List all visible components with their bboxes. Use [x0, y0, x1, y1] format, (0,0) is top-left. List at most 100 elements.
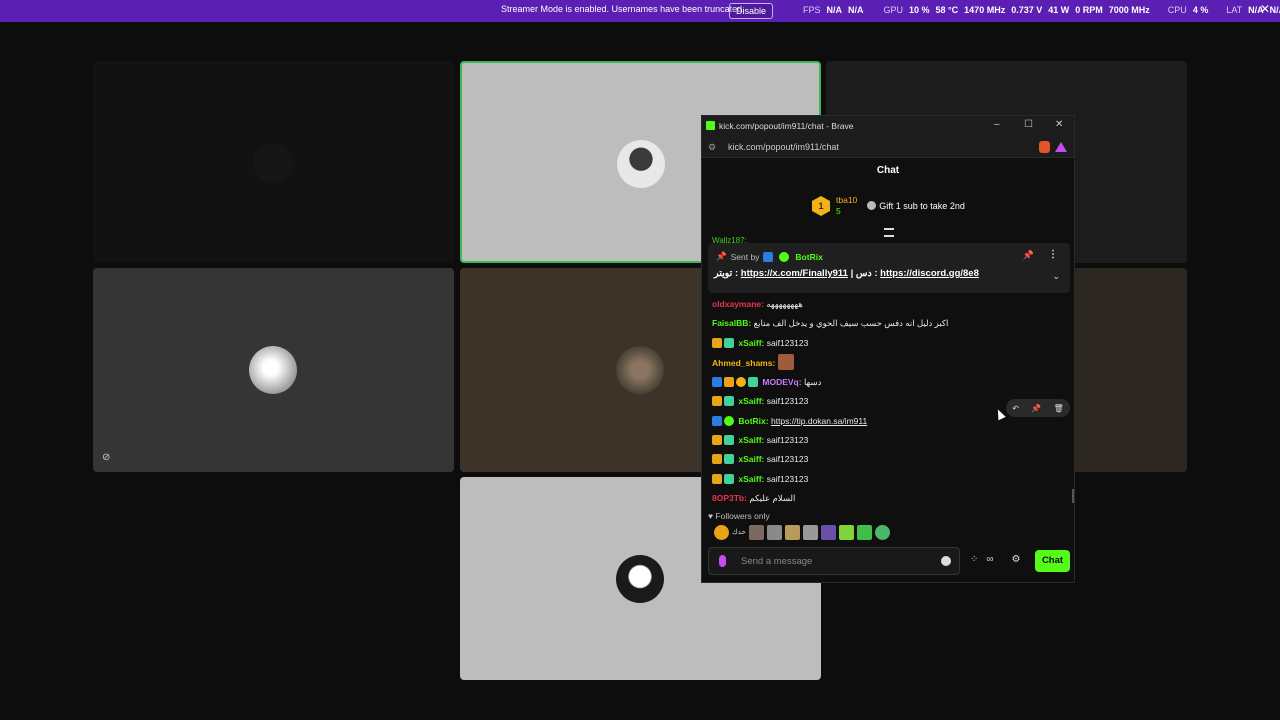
pinned-author[interactable]: BotRix	[795, 252, 822, 262]
video-tile[interactable]	[93, 61, 454, 263]
chat-popout-window: kick.com/popout/im911/chat - Brave – ☐ ✕…	[701, 115, 1075, 583]
chat-username[interactable]: xSaiff:	[738, 435, 764, 445]
crown-badge-icon	[712, 338, 722, 348]
streamer-mode-bar: Streamer Mode is enabled. Usernames have…	[0, 0, 1280, 22]
sent-by-label: Sent by	[730, 251, 760, 262]
subscriber-badge-icon	[748, 377, 758, 387]
pin-icon: 📌	[716, 251, 727, 261]
kick-logo-icon	[706, 121, 715, 130]
subscriber-badge-icon	[724, 435, 734, 445]
gift-badge-icon	[736, 377, 746, 387]
pinned-by: 📌 Sent by BotRix	[716, 251, 823, 262]
tip-link[interactable]: https://tip.dokan.sa/im911	[771, 416, 867, 426]
emote-text[interactable]: حدك	[732, 525, 746, 540]
chat-username[interactable]: xSaiff:	[738, 396, 764, 406]
pin-icon[interactable]: 📌	[1023, 250, 1034, 261]
chat-message[interactable]: xSaiff: saif123123	[712, 432, 808, 448]
url-text[interactable]: kick.com/popout/im911/chat	[728, 142, 839, 152]
reply-icon[interactable]: ↶	[1012, 404, 1019, 413]
maximize-icon[interactable]: ☐	[1024, 119, 1033, 130]
emote-icon[interactable]	[748, 525, 764, 540]
pinned-message[interactable]: 📌 Sent by BotRix تويتر : https://x.com/F…	[708, 243, 1070, 293]
chat-username[interactable]: xSaiff:	[738, 338, 764, 348]
pinned-separator: |	[850, 268, 854, 279]
chat-text: السلام عليكم	[749, 493, 796, 503]
emote-icon[interactable]	[802, 525, 818, 540]
chat-username[interactable]: oldxaymane:	[712, 299, 764, 309]
chat-message[interactable]: xSaiff: saif123123	[712, 451, 808, 467]
discord-link[interactable]: https://discord.gg/8e8	[880, 268, 979, 279]
chat-username[interactable]: Ahmed_shams:	[712, 358, 775, 368]
chat-message[interactable]: 8OP3Tb: السلام عليكم	[712, 490, 795, 506]
chat-message[interactable]: Ahmed_shams:	[712, 354, 794, 370]
gpu-clock: 1470 MHz	[964, 5, 1006, 15]
crown-badge-icon	[712, 454, 722, 464]
points-icon[interactable]: ⁘	[970, 554, 978, 565]
chat-username[interactable]: xSaiff:	[738, 474, 764, 484]
brave-rewards-icon[interactable]	[1055, 142, 1067, 152]
chat-message[interactable]: BotRix: https://tip.dokan.sa/im911	[712, 413, 867, 429]
scrollbar[interactable]	[1072, 489, 1074, 503]
collapse-icon[interactable]	[884, 228, 894, 237]
pinned-mid: دس :	[855, 268, 878, 279]
avatar	[253, 143, 293, 183]
twitter-link[interactable]: https://x.com/Finally911	[741, 268, 848, 279]
chat-username[interactable]: BotRix:	[738, 416, 768, 426]
avatar	[616, 555, 664, 603]
brave-shields-icon[interactable]	[1039, 141, 1050, 153]
send-chat-button[interactable]: Chat	[1035, 550, 1070, 572]
emote-icon[interactable]	[838, 525, 854, 540]
chat-username[interactable]: xSaiff:	[738, 454, 764, 464]
chevron-down-icon[interactable]: ⌄	[1052, 271, 1060, 282]
chat-username[interactable]: FaisalBB:	[712, 318, 751, 328]
subscriber-badge-icon	[724, 454, 734, 464]
chat-message[interactable]: xSaiff: saif123123	[712, 335, 808, 351]
emote-icon[interactable]	[784, 525, 800, 540]
emote-icon[interactable]	[856, 525, 872, 540]
leader-info: tba10 5	[836, 195, 857, 217]
chat-message[interactable]: MODEVq: دسها	[712, 374, 821, 390]
video-tile[interactable]: ⊘	[93, 268, 454, 472]
chat-message[interactable]: xSaiff: saif123123	[712, 471, 808, 487]
fps-value-2: N/A	[848, 5, 864, 15]
close-icon[interactable]: ✕	[1055, 119, 1063, 130]
verified-badge-icon	[724, 416, 734, 426]
subscriber-badge-icon	[724, 396, 734, 406]
gift-leaderboard[interactable]: 1 tba10 5 Gift 1 sub to take 2nd	[812, 194, 965, 218]
settings-gear-icon[interactable]: ⚙	[1012, 554, 1021, 565]
emoji-icon[interactable]	[941, 556, 951, 566]
more-options-icon[interactable]: ⋮	[1048, 249, 1058, 260]
close-icon[interactable]: ✕	[1260, 2, 1270, 16]
chat-message-input[interactable]	[741, 553, 931, 569]
emote-bar: حدك	[714, 525, 890, 540]
delete-icon[interactable]: 🗑	[1054, 404, 1064, 413]
camera-off-icon: ⊘	[102, 452, 111, 463]
chat-input-box[interactable]	[708, 547, 960, 575]
gift-cta[interactable]: Gift 1 sub to take 2nd	[867, 201, 965, 211]
pin-message-icon[interactable]: 📌	[1031, 404, 1041, 413]
chat-username[interactable]: MODEVq:	[762, 377, 801, 387]
disable-streamer-mode-button[interactable]: Disable	[729, 3, 774, 19]
emote-icon[interactable]	[766, 525, 782, 540]
crown-badge-icon	[712, 435, 722, 445]
message-actions: ↶ 📌 🗑	[1006, 399, 1070, 417]
chat-username[interactable]: 8OP3Tb:	[712, 493, 747, 503]
chat-text: saif123123	[766, 435, 809, 445]
gpu-temp: 58 °C	[935, 5, 959, 15]
fps-label: FPS	[803, 5, 821, 15]
address-bar[interactable]: ⚙ kick.com/popout/im911/chat	[702, 136, 1074, 158]
emote-icon[interactable]	[874, 525, 890, 540]
site-info-icon[interactable]: ⚙	[708, 142, 716, 153]
followers-only-label: Followers only	[715, 511, 770, 521]
chat-message[interactable]: xSaiff: saif123123	[712, 393, 808, 409]
gpu-label: GPU	[883, 5, 904, 15]
emote-icon[interactable]	[820, 525, 836, 540]
pinned-prefix: تويتر :	[714, 268, 739, 279]
microphone-icon[interactable]	[719, 555, 726, 567]
minimize-icon[interactable]: –	[994, 119, 1000, 130]
chat-message[interactable]: oldxaymane: ههههههههه	[712, 296, 803, 312]
crown-badge-icon	[712, 396, 722, 406]
chat-message[interactable]: FaisalBB: اكبر دليل انه دفس حسب سيف الحو…	[712, 315, 948, 331]
emote-icon[interactable]	[714, 525, 729, 540]
infinity-icon[interactable]: ∞	[986, 554, 993, 565]
